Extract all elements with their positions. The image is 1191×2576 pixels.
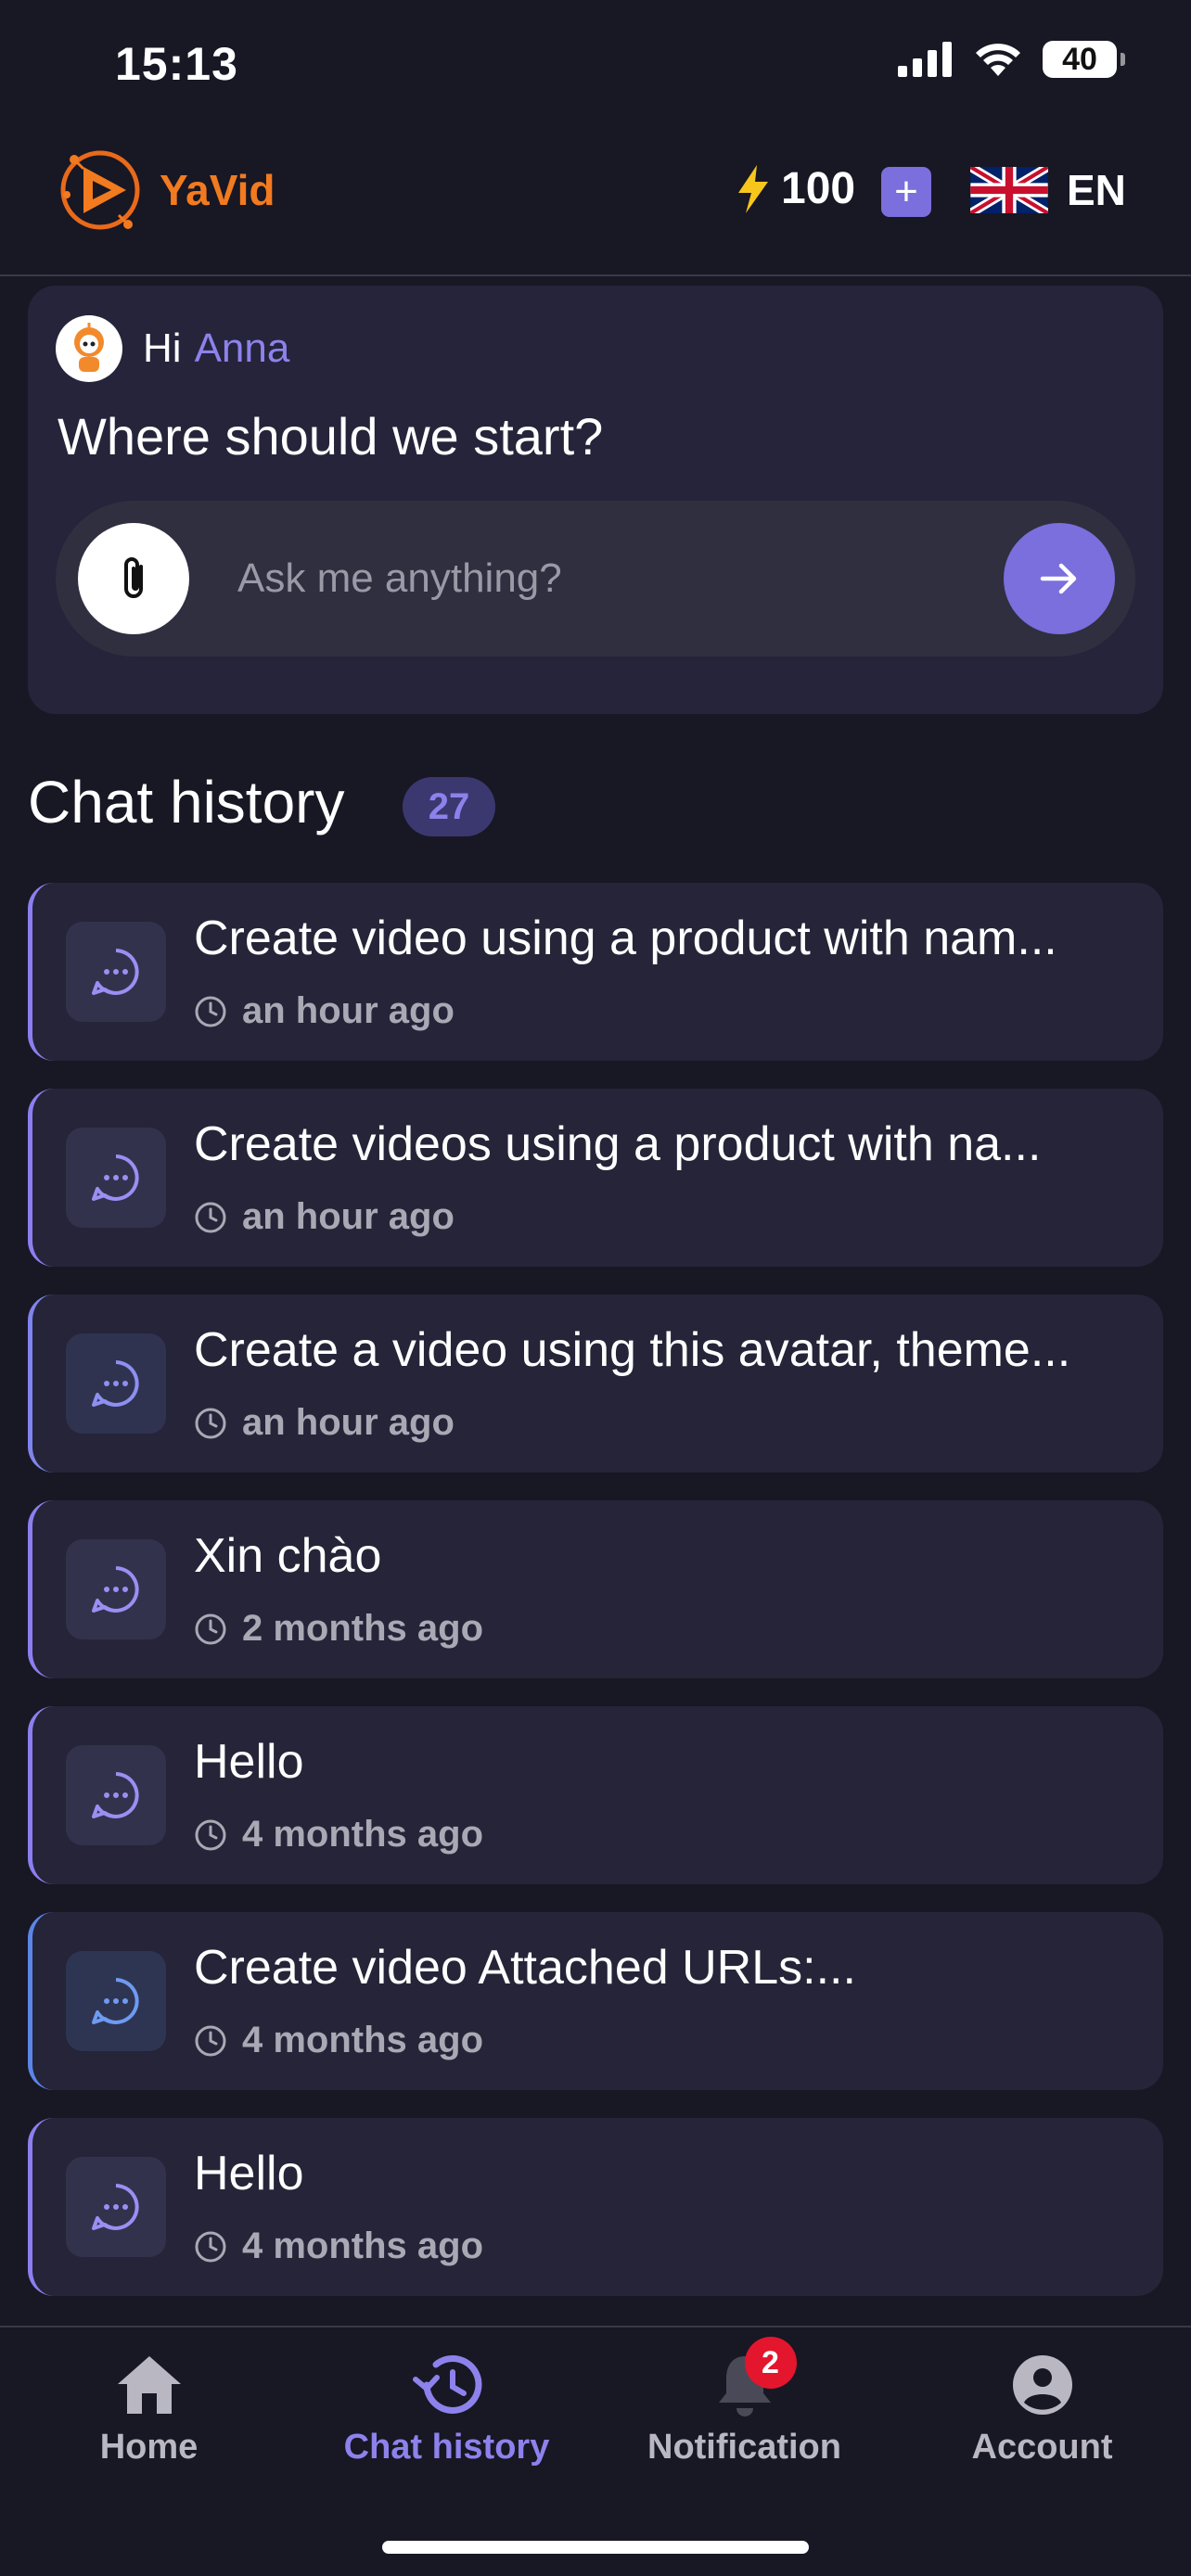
nav-notification[interactable]: 2 Notification: [596, 2337, 893, 2468]
credits-value: 100: [781, 164, 856, 213]
credits-display: 100: [735, 163, 855, 214]
chat-item-meta: an hour ago: [194, 990, 455, 1032]
clock-icon: [195, 2025, 226, 2056]
chat-item-meta: 4 months ago: [194, 2225, 483, 2267]
ask-box: [56, 501, 1135, 657]
nav-chat-history-label: Chat history: [343, 2428, 550, 2467]
clock-icon: [195, 996, 226, 1027]
arrow-right-icon: [1040, 563, 1077, 594]
wifi-icon: [976, 44, 1020, 76]
chat-item-title: Hello: [194, 2147, 304, 2200]
robot-mascot-icon: [74, 323, 104, 372]
status-bar: 15:13 40: [0, 0, 1191, 130]
language-selector[interactable]: EN: [970, 165, 1126, 215]
send-button[interactable]: [1004, 523, 1115, 634]
signal-icon: [898, 42, 952, 77]
app-name: YaVid: [160, 166, 275, 214]
app-header: YaVid 100 + EN: [0, 130, 1191, 276]
notification-badge: 2: [744, 2337, 797, 2389]
chat-bubble-icon: [66, 1745, 166, 1845]
yavid-logo-icon: [60, 150, 140, 230]
home-indicator[interactable]: [382, 2541, 809, 2554]
chat-history-item[interactable]: Hello 4 months ago: [28, 1706, 1163, 1884]
chat-history-item[interactable]: Create video using a product with nam...…: [28, 883, 1163, 1061]
status-time: 15:13: [115, 38, 238, 90]
history-icon: [410, 2348, 484, 2422]
greeting-card: Hi Anna Where should we start?: [28, 286, 1163, 714]
chat-item-title: Xin chào: [194, 1529, 382, 1583]
chat-item-meta: 4 months ago: [194, 1814, 483, 1855]
clock-icon: [195, 1613, 226, 1644]
chat-item-meta: an hour ago: [194, 1196, 455, 1238]
chat-history-item[interactable]: Create a video using this avatar, theme.…: [28, 1294, 1163, 1473]
chat-bubble-icon: [66, 1333, 166, 1434]
chat-item-time: 2 months ago: [242, 1608, 484, 1649]
nav-home[interactable]: Home: [0, 2348, 298, 2468]
clock-icon: [195, 2231, 226, 2262]
chat-bubble-icon: [66, 1951, 166, 2051]
chat-item-meta: 2 months ago: [194, 1608, 483, 1650]
chat-item-title: Create a video using this avatar, theme.…: [194, 1323, 1071, 1377]
app-logo[interactable]: YaVid: [54, 139, 275, 241]
chat-item-title: Create video using a product with nam...: [194, 912, 1057, 965]
bot-avatar: [56, 315, 122, 382]
uk-flag-icon: [970, 167, 1048, 213]
chat-history-item[interactable]: Create videos using a product with na...…: [28, 1089, 1163, 1267]
status-icons: 40: [898, 41, 1125, 78]
nav-account-label: Account: [971, 2428, 1113, 2467]
chat-item-time: 4 months ago: [242, 1814, 484, 1855]
chat-history-item[interactable]: Hello 4 months ago: [28, 2118, 1163, 2296]
lightning-icon: [738, 164, 768, 213]
nav-chat-history[interactable]: Chat history: [298, 2348, 596, 2468]
chat-item-title: Create video Attached URLs:...: [194, 1941, 856, 1995]
chat-history-title: Chat history: [28, 769, 345, 835]
chat-item-time: 4 months ago: [242, 2225, 484, 2266]
chat-item-title: Hello: [194, 1735, 304, 1789]
attach-button[interactable]: [78, 523, 189, 634]
home-icon: [112, 2348, 186, 2422]
chat-history-list: Create video using a product with nam...…: [28, 883, 1163, 2324]
clock-icon: [195, 1202, 226, 1232]
nav-account[interactable]: Account: [893, 2348, 1191, 2468]
chat-item-meta: an hour ago: [194, 1402, 455, 1444]
chat-bubble-icon: [66, 2157, 166, 2257]
greeting-row: Hi Anna: [56, 315, 289, 382]
nav-notification-label: Notification: [647, 2428, 841, 2467]
language-code: EN: [1067, 166, 1126, 214]
bell-icon: 2: [708, 2337, 797, 2422]
chat-history-count-badge: 27: [403, 777, 495, 836]
add-credits-button[interactable]: +: [881, 167, 931, 217]
user-name: Anna: [194, 325, 290, 371]
chat-bubble-icon: [66, 1128, 166, 1228]
account-icon: [1005, 2348, 1080, 2422]
chat-history-item[interactable]: Xin chào 2 months ago: [28, 1500, 1163, 1678]
chat-bubble-icon: [66, 1539, 166, 1639]
chat-item-meta: 4 months ago: [194, 2020, 483, 2061]
battery-indicator: 40: [1043, 41, 1125, 78]
greeting-hi: Hi: [143, 325, 182, 371]
ask-input[interactable]: [237, 501, 924, 657]
chat-bubble-icon: [66, 922, 166, 1022]
chat-history-item[interactable]: Create video Attached URLs:... 4 months …: [28, 1912, 1163, 2090]
greeting-question: Where should we start?: [58, 407, 604, 465]
chat-item-time: 4 months ago: [242, 2020, 484, 2060]
chat-item-time: an hour ago: [242, 1196, 455, 1237]
bottom-nav: Home Chat history 2 Notification Account: [0, 2326, 1191, 2576]
chat-item-title: Create videos using a product with na...: [194, 1117, 1042, 1171]
chat-item-time: an hour ago: [242, 990, 455, 1031]
clock-icon: [195, 1819, 226, 1850]
chat-item-time: an hour ago: [242, 1402, 455, 1443]
clock-icon: [195, 1408, 226, 1438]
paperclip-icon: [124, 557, 143, 598]
nav-home-label: Home: [99, 2428, 198, 2467]
